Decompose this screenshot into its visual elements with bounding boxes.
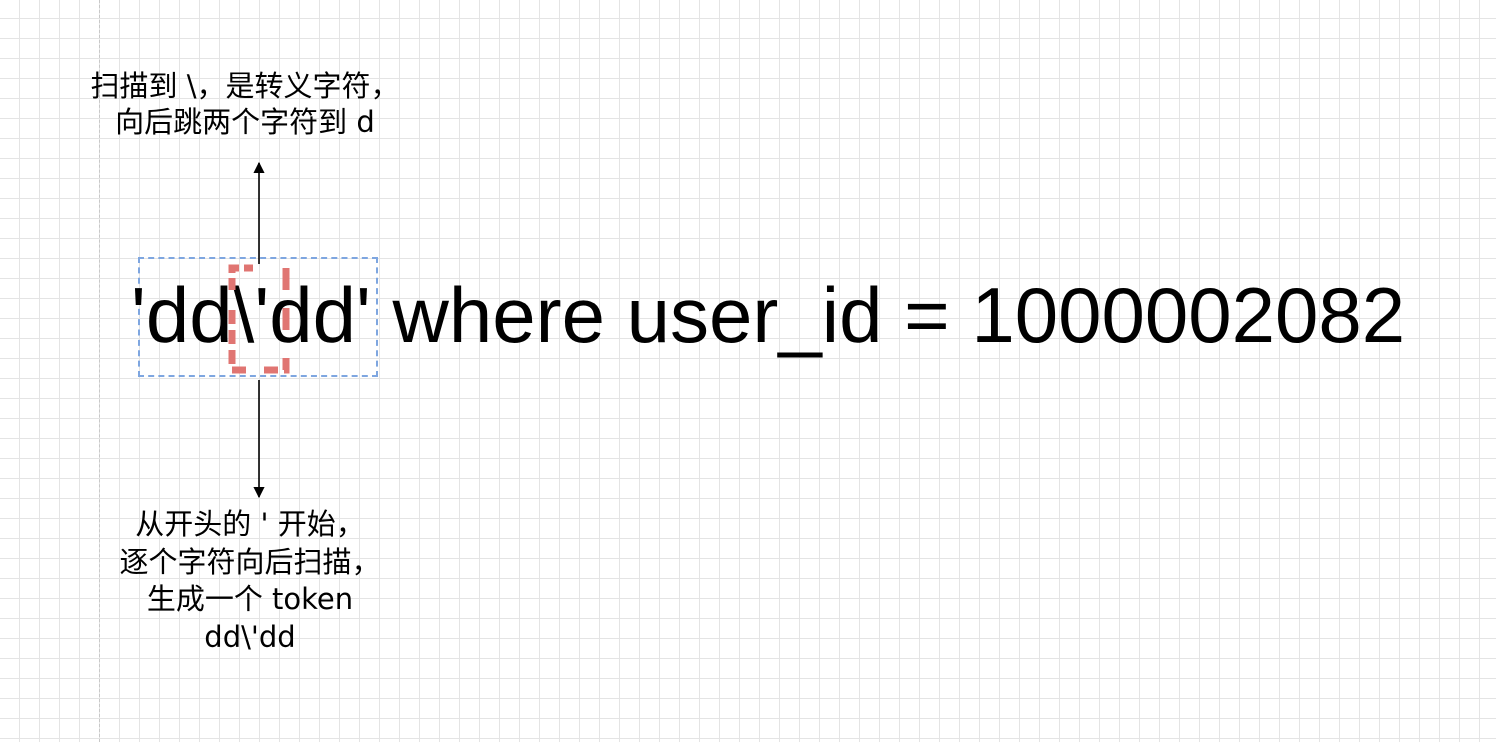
escape-highlight	[228, 264, 290, 374]
token-scan-note: 从开头的 ' 开始， 逐个字符向后扫描， 生成一个 token dd\'dd	[60, 506, 440, 656]
token-scan-note-line-3: 生成一个 token	[146, 582, 354, 616]
token-scan-note-line-4: dd\'dd	[204, 619, 296, 654]
token-scan-note-line-1: 从开头的 ' 开始，	[135, 507, 365, 541]
token-scan-note-line-2: 逐个字符向后扫描，	[119, 544, 381, 579]
